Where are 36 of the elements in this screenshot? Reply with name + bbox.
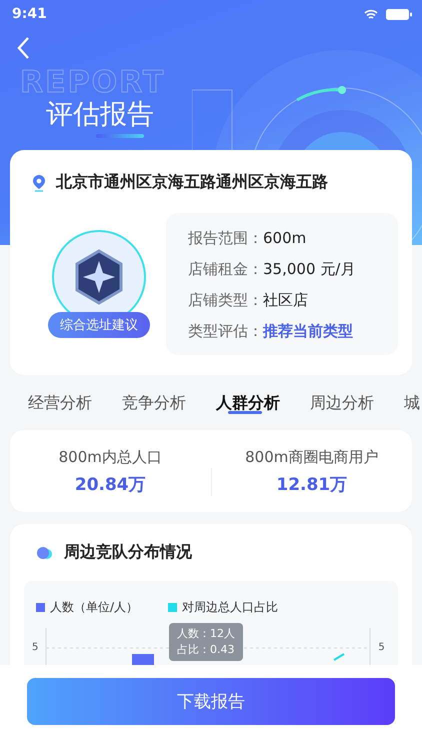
- recommendation-badge: 综合选址建议: [48, 312, 150, 338]
- stat-value: 12.81万: [276, 474, 348, 496]
- status-time: 9:41: [12, 6, 47, 22]
- axis-tick-label: 5: [32, 642, 38, 653]
- battery-icon: [386, 8, 412, 20]
- wifi-icon: [364, 8, 378, 20]
- section-title: 周边竞队分布情况: [64, 542, 192, 563]
- detail-value: 社区店: [263, 291, 308, 310]
- detail-value: 600m: [263, 229, 306, 248]
- analysis-tab[interactable]: 城: [404, 393, 420, 422]
- title-underline: [96, 134, 144, 138]
- legend-label: 人数（单位/人）: [50, 599, 138, 616]
- page-title: 评估报告: [46, 98, 154, 132]
- analysis-tab[interactable]: 周边分析: [310, 393, 374, 422]
- stat-label: 800m内总人口: [58, 448, 162, 467]
- stat-label: 800m商圈电商用户: [245, 448, 378, 467]
- detail-label: 店铺类型：: [188, 291, 263, 310]
- address-text: 北京市通州区京海五路通州区京海五路: [56, 172, 328, 193]
- analysis-tab[interactable]: 人群分析: [216, 393, 280, 422]
- detail-label: 报告范围：: [188, 229, 263, 248]
- analysis-tab[interactable]: 经营分析: [28, 393, 92, 422]
- detail-value: 35,000 元/月: [263, 260, 356, 279]
- star-hexagon-icon: [73, 249, 125, 305]
- detail-label: 类型评估：: [188, 322, 263, 341]
- legend-label: 对周边总人口占比: [182, 599, 278, 616]
- stat-value: 20.84万: [74, 474, 146, 496]
- axis-tick-label: 5: [378, 642, 385, 653]
- analysis-tab[interactable]: 竞争分析: [122, 393, 186, 422]
- location-pin-icon: [32, 174, 46, 192]
- download-button[interactable]: 下载报告: [27, 678, 395, 725]
- back-icon: [16, 36, 30, 60]
- tooltip-text: 人数：12人: [177, 626, 235, 642]
- tooltip-text: 占比：0.43: [177, 642, 235, 658]
- detail-value: 推荐当前类型: [263, 322, 353, 341]
- section-dot-icon: [36, 546, 54, 560]
- detail-label: 店铺租金：: [188, 260, 263, 279]
